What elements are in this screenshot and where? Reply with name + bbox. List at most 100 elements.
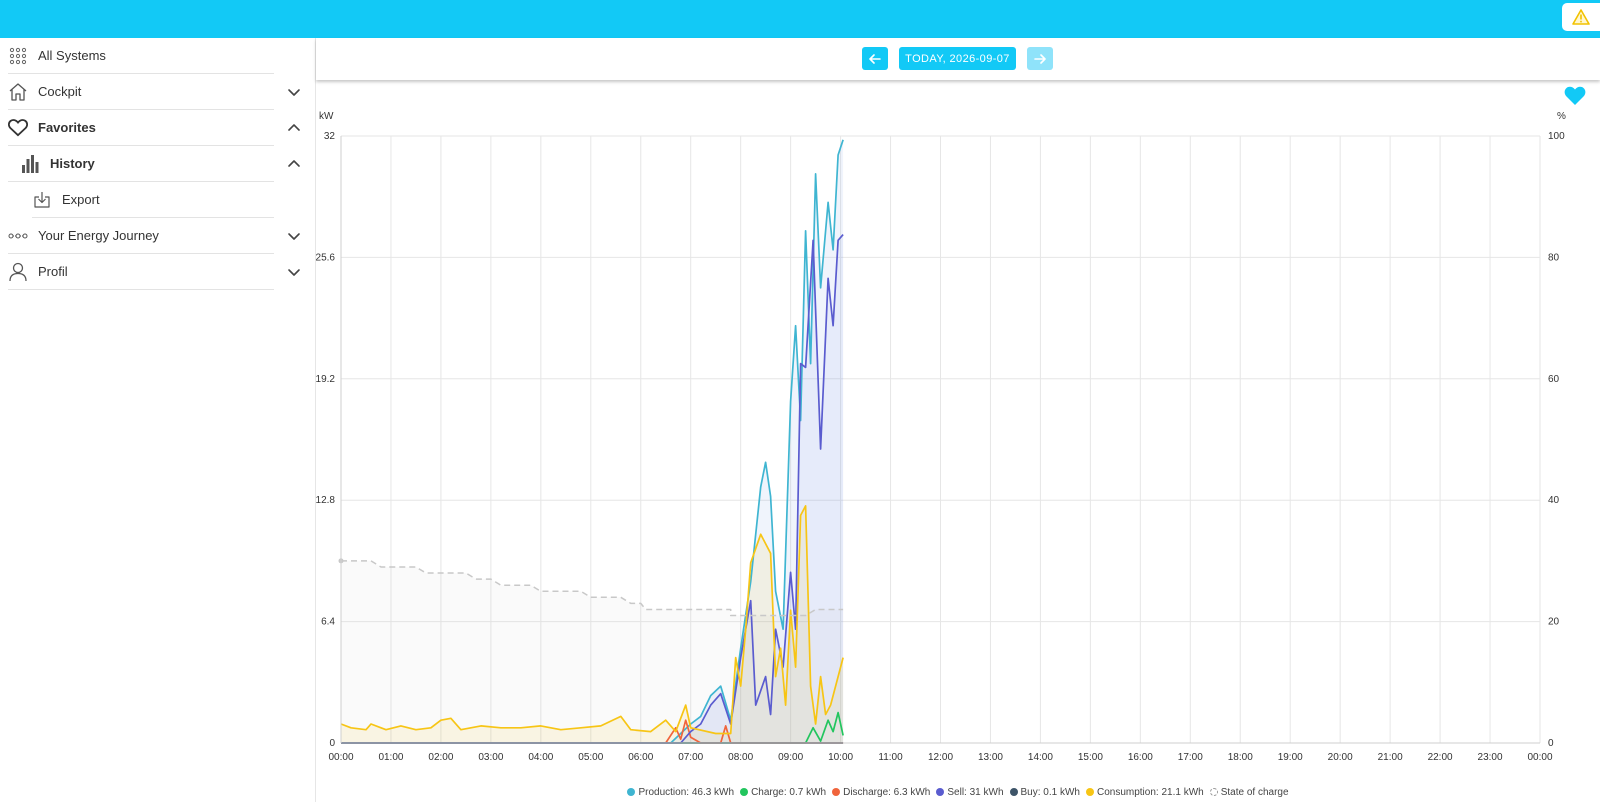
top-bar (0, 0, 1600, 38)
legend-item-soc[interactable]: State of charge (1209, 786, 1289, 798)
sidebar-item-label: Cockpit (38, 84, 82, 99)
x-tick-label: 04:00 (528, 752, 553, 763)
x-tick-label: 09:00 (778, 752, 803, 763)
x-tick-label: 15:00 (1078, 752, 1103, 763)
user-icon (8, 262, 28, 282)
x-tick-label: 10:00 (828, 752, 853, 763)
x-tick-label: 00:00 (328, 752, 353, 763)
chart-areas (341, 139, 844, 744)
sidebar-item-all-systems[interactable]: All Systems (8, 38, 274, 74)
y2-axis-unit-label: % (1557, 111, 1566, 122)
bar-chart-icon (20, 154, 40, 174)
chevron-up-icon[interactable] (286, 120, 302, 136)
warning-icon (1572, 9, 1590, 25)
legend-marker (1085, 788, 1094, 796)
legend-label: State of charge (1220, 786, 1289, 798)
y-tick-label: 25.6 (316, 252, 335, 263)
x-tick-label: 21:00 (1378, 752, 1403, 763)
x-tick-label: 11:00 (878, 752, 903, 763)
x-tick-label: 20:00 (1328, 752, 1353, 763)
legend-label: Consumption: 21.1 kWh (1096, 786, 1204, 798)
legend-item-consumption[interactable]: Consumption: 21.1 kWh (1085, 786, 1204, 798)
x-tick-label: 14:00 (1028, 752, 1053, 763)
history-chart: 0 6.4 12.8 19.2 25.6 32 0 20 40 60 80 100 00:00 01:00… (316, 111, 1566, 763)
x-tick-label: 02:00 (428, 752, 453, 763)
legend-label: Sell: 31 kWh (947, 786, 1004, 798)
sidebar-item-label: Favorites (38, 120, 96, 135)
legend-label: Charge: 0.7 kWh (751, 786, 827, 798)
legend-marker (936, 788, 945, 796)
y-tick-label: 12.8 (316, 495, 335, 506)
sidebar-item-export[interactable]: Export (32, 182, 274, 218)
date-label: TODAY, 2026-09-07 (905, 52, 1010, 65)
sidebar-item-label: All Systems (38, 48, 106, 63)
legend-item-production[interactable]: Production: 46.3 kWh (627, 787, 734, 798)
x-tick-label: 05:00 (578, 752, 603, 763)
legend-marker (627, 788, 636, 796)
previous-day-button[interactable] (862, 47, 888, 70)
y2-tick-label: 80 (1548, 252, 1560, 263)
journey-icon (8, 226, 28, 246)
date-navigation-bar: TODAY, 2026-09-07 (316, 38, 1600, 80)
x-tick-label: 07:00 (678, 752, 703, 763)
warning-button[interactable] (1562, 3, 1600, 31)
y2-tick-label: 40 (1548, 495, 1560, 506)
legend-marker (740, 788, 749, 796)
sidebar-item-profil[interactable]: Profil (8, 254, 300, 290)
date-picker-button[interactable]: TODAY, 2026-09-07 (899, 47, 1016, 70)
legend-item-charge[interactable]: Charge: 0.7 kWh (740, 787, 826, 798)
x-tick-label: 19:00 (1278, 752, 1303, 763)
x-tick-label: 01:00 (378, 752, 403, 763)
x-tick-label: 18:00 (1228, 752, 1253, 763)
sidebar-item-label: Profil (38, 264, 68, 279)
legend-marker (1009, 788, 1018, 796)
download-icon (32, 190, 52, 210)
x-tick-label: 08:00 (728, 752, 753, 763)
arrow-left-icon (869, 53, 881, 64)
sidebar-item-label: Your Energy Journey (38, 228, 159, 243)
y-tick-label: 19.2 (316, 374, 335, 385)
sidebar-item-your-energy-journey[interactable]: Your Energy Journey (8, 218, 300, 254)
x-tick-label: 16:00 (1128, 752, 1153, 763)
x-tick-label: 22:00 (1428, 752, 1453, 763)
legend-item-discharge[interactable]: Discharge: 6.3 kWh (832, 787, 930, 798)
x-tick-label: 13:00 (978, 752, 1003, 763)
y2-tick-label: 0 (1548, 738, 1554, 749)
legend-item-buy[interactable]: Buy: 0.1 kWh (1009, 786, 1080, 798)
home-icon (8, 82, 28, 102)
x-tick-label: 00:00 (1527, 752, 1552, 763)
y-axis-unit-label: kW (319, 111, 334, 122)
sidebar: All Systems Cockpit Favorites History Export… (0, 38, 316, 802)
grid-icon (8, 46, 28, 66)
legend-label: Discharge: 6.3 kWh (843, 786, 931, 798)
chevron-up-icon[interactable] (286, 156, 302, 172)
sidebar-item-history[interactable]: History (8, 146, 300, 182)
legend-item-sell[interactable]: Sell: 31 kWh (936, 786, 1004, 798)
x-tick-label: 06:00 (628, 752, 653, 763)
sidebar-item-label: Export (62, 192, 100, 207)
x-tick-label: 03:00 (478, 752, 503, 763)
chart-legend: Production: 46.3 kWh Charge: 0.7 kWh Disch… (316, 784, 1600, 800)
sidebar-item-favorites[interactable]: Favorites (8, 110, 300, 146)
legend-label: Production: 46.3 kWh (638, 786, 735, 798)
y2-tick-label: 100 (1548, 131, 1565, 142)
sidebar-item-cockpit[interactable]: Cockpit (8, 74, 300, 110)
x-tick-label: 12:00 (928, 752, 953, 763)
sidebar-item-label: History (50, 156, 95, 171)
heart-outline-icon (8, 118, 28, 138)
legend-marker (832, 788, 841, 796)
next-day-button[interactable] (1027, 47, 1053, 70)
x-tick-label: 23:00 (1478, 752, 1503, 763)
chevron-down-icon[interactable] (286, 264, 302, 280)
legend-label: Buy: 0.1 kWh (1020, 786, 1080, 798)
x-tick-label: 17:00 (1178, 752, 1203, 763)
y2-tick-label: 20 (1548, 617, 1560, 628)
chevron-down-icon[interactable] (286, 228, 302, 244)
y2-tick-label: 60 (1548, 374, 1560, 385)
y-tick-label: 6.4 (321, 617, 335, 628)
y-tick-label: 0 (329, 738, 335, 749)
chevron-down-icon[interactable] (286, 84, 302, 100)
legend-marker (1209, 788, 1218, 796)
arrow-right-icon (1034, 53, 1046, 64)
y-tick-label: 32 (324, 131, 336, 142)
